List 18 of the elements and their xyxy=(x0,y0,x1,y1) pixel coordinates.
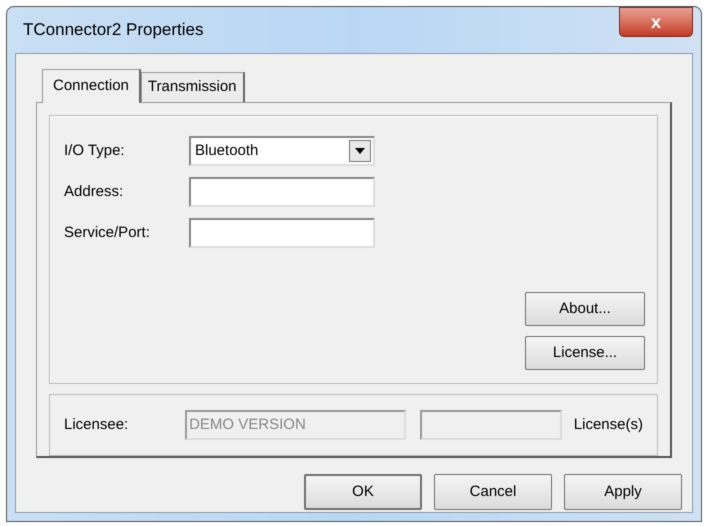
dialog-button[interactable]: Apply xyxy=(564,474,682,510)
field-label: Service/Port: xyxy=(64,222,151,243)
dialog-button[interactable]: About... xyxy=(525,292,645,326)
dialog-button[interactable]: OK xyxy=(304,474,422,510)
dialog-button[interactable]: License... xyxy=(525,336,645,370)
window-title: TConnector2 Properties xyxy=(23,19,204,42)
field-label: I/O Type: xyxy=(64,140,126,161)
input-field[interactable] xyxy=(189,218,375,248)
licensee-label: Licensee: xyxy=(64,414,130,435)
licensee-field: DEMO VERSION xyxy=(185,410,406,440)
dialog-button[interactable]: Cancel xyxy=(434,474,552,510)
caret-icon xyxy=(349,140,371,162)
license-count-label: License(s) xyxy=(574,414,643,435)
field-label: Address: xyxy=(64,182,124,202)
tab[interactable]: Transmission xyxy=(140,72,245,102)
tab[interactable]: Connection xyxy=(42,69,141,103)
io-type-dropdown[interactable]: Bluetooth xyxy=(189,136,375,166)
input-field[interactable] xyxy=(189,177,375,207)
